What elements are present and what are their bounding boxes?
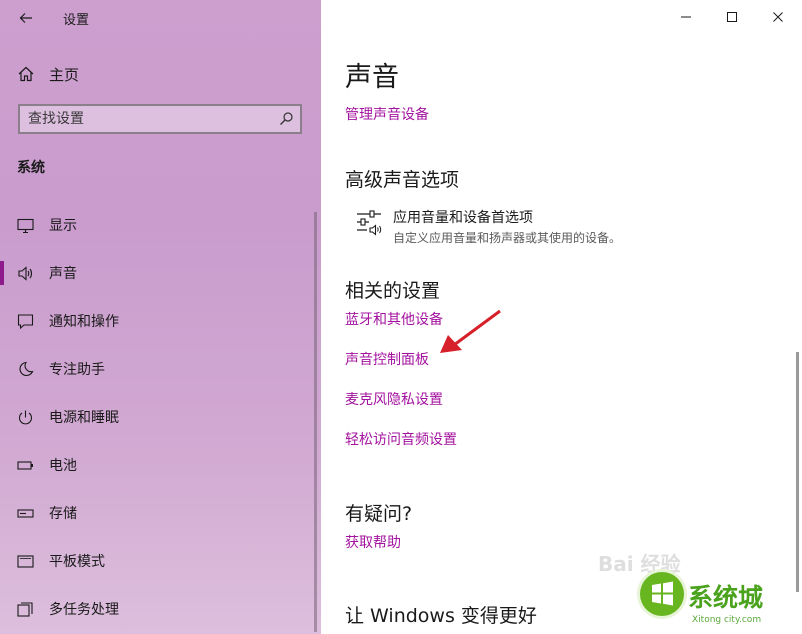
sidebar-item-label: 电源和睡眠 [49,410,119,426]
close-button[interactable] [755,0,801,34]
make-windows-better-heading: 让 Windows 变得更好 [345,605,537,627]
sidebar-item-label: 声音 [49,266,77,282]
sidebar-item-multitasking[interactable]: 多任务处理 [0,589,321,629]
minimize-icon [681,16,691,18]
notification-icon [17,314,34,330]
annotation-arrow [440,309,501,353]
sidebar-item-label: 平板模式 [49,554,105,570]
watermark-brand: 系统城 [688,583,764,612]
settings-window: 设置 主页 系统 显示 [0,0,802,634]
get-help-link[interactable]: 获取帮助 [345,532,401,552]
sidebar-item-battery[interactable]: 电池 [0,445,321,485]
sidebar: 设置 主页 系统 显示 [0,0,321,634]
sidebar-item-home[interactable]: 主页 [0,58,321,90]
sound-control-panel-link[interactable]: 声音控制面板 [345,349,429,369]
watermark-logo [640,572,684,616]
watermark-url: Xitong city.com [692,615,762,625]
power-icon [18,410,33,425]
sidebar-item-storage[interactable]: 存储 [0,493,321,533]
sidebar-item-label: 显示 [49,218,77,234]
advanced-sound-heading: 高级声音选项 [345,169,460,191]
speaker-icon [18,266,33,281]
title-bar: 设置 [0,0,321,36]
manage-sound-devices-link[interactable]: 管理声音设备 [345,104,429,124]
content-scrollbar[interactable] [796,352,799,592]
monitor-icon [17,218,34,234]
sidebar-item-label: 多任务处理 [49,602,119,618]
have-a-question-heading: 有疑问? [345,503,413,525]
page-title: 声音 [345,62,399,93]
sliders-speaker-icon [357,210,382,236]
search-box[interactable] [18,104,302,134]
sidebar-item-tablet-mode[interactable]: 平板模式 [0,541,321,581]
sidebar-item-label: 专注助手 [49,362,105,378]
app-volume-description: 自定义应用音量和扬声器或其使用的设备。 [393,231,622,245]
sidebar-scrollbar[interactable] [314,212,317,632]
sidebar-item-notifications[interactable]: 通知和操作 [0,301,321,341]
battery-icon [17,461,33,470]
sidebar-item-label: 通知和操作 [49,314,119,330]
home-label: 主页 [49,66,80,84]
microphone-privacy-link[interactable]: 麦克风隐私设置 [345,389,443,409]
app-volume-title: 应用音量和设备首选项 [393,210,533,226]
app-volume-preferences-item[interactable]: 应用音量和设备首选项 自定义应用音量和扬声器或其使用的设备。 [353,204,773,245]
maximize-icon [727,12,737,22]
storage-icon [17,509,34,518]
sidebar-item-label: 存储 [49,506,77,522]
app-title: 设置 [63,13,90,28]
multitasking-icon [17,602,33,617]
content-pane: 声音 管理声音设备 高级声音选项 应用音量和设备首选项 自定义应用音量和扬声器或… [321,0,802,634]
tablet-icon [17,555,34,568]
search-icon[interactable] [278,111,294,127]
moon-icon [19,361,34,376]
home-icon [18,66,34,82]
bluetooth-devices-link[interactable]: 蓝牙和其他设备 [345,309,443,329]
sidebar-item-power-sleep[interactable]: 电源和睡眠 [0,397,321,437]
sidebar-item-display[interactable]: 显示 [0,205,321,245]
close-icon [773,12,783,22]
windows-logo-icon [652,581,673,606]
sidebar-item-sound[interactable]: 声音 [0,253,321,293]
arrow-left-icon [19,13,32,23]
active-indicator [0,261,4,285]
minimize-button[interactable] [663,0,709,34]
back-button[interactable] [14,6,38,30]
search-input[interactable] [28,109,268,129]
section-title: 系统 [17,160,45,176]
ease-of-access-audio-link[interactable]: 轻松访问音频设置 [345,429,457,449]
maximize-button[interactable] [709,0,755,34]
sidebar-item-label: 电池 [49,458,77,474]
related-settings-heading: 相关的设置 [345,280,441,302]
sidebar-item-focus-assist[interactable]: 专注助手 [0,349,321,389]
